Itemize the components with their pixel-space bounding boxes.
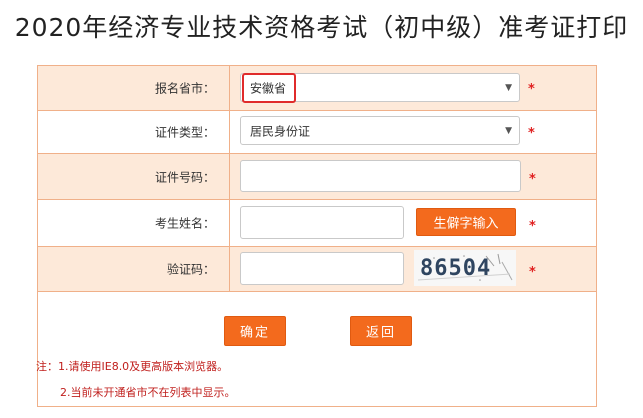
candidate-name-required-mark: *: [529, 219, 536, 234]
row-province: 报名省市： 安徽省 ▼ *: [38, 66, 596, 111]
id-number-label-cell: 证件号码：: [38, 154, 230, 199]
captcha-label-cell: 验证码：: [38, 247, 230, 291]
note-line-2: 2.当前未开通省市不在列表中显示。: [60, 386, 236, 399]
confirm-button[interactable]: 确定: [224, 316, 286, 346]
rare-char-input-label: 生僻字输入: [433, 216, 499, 232]
id-type-label-cell: 证件类型：: [38, 111, 230, 153]
candidate-name-label-cell: 考生姓名：: [38, 200, 230, 246]
row-candidate-name: 考生姓名： 生僻字输入 *: [38, 200, 596, 247]
id-type-select[interactable]: 居民身份证 ▼: [240, 116, 520, 145]
province-required-mark: *: [528, 82, 535, 97]
id-number-required-mark: *: [529, 172, 536, 187]
chevron-down-icon: ▼: [505, 125, 512, 136]
captcha-label: 验证码：: [166, 262, 215, 277]
id-type-select-value: 居民身份证: [250, 124, 311, 138]
row-actions: 确定 返回: [38, 292, 596, 354]
captcha-image[interactable]: 86504: [414, 250, 516, 286]
candidate-name-input[interactable]: [240, 206, 404, 239]
id-number-input[interactable]: [240, 160, 521, 192]
back-button[interactable]: 返回: [350, 316, 412, 346]
province-highlight: [242, 73, 296, 103]
row-captcha: 验证码： 86504 *: [38, 247, 596, 292]
confirm-button-label: 确定: [239, 325, 270, 341]
id-type-label: 证件类型：: [154, 125, 215, 140]
page-title: 2020年经济专业技术资格考试（初中级）准考证打印: [14, 13, 629, 42]
row-id-type: 证件类型： 居民身份证 ▼ *: [38, 111, 596, 154]
ticket-form: 报名省市： 安徽省 ▼ * 证件类型： 居民身份证 ▼ * 证件号码： * 考生…: [36, 65, 597, 407]
id-type-required-mark: *: [528, 126, 535, 141]
rare-char-input-button[interactable]: 生僻字输入: [416, 208, 516, 236]
captcha-input[interactable]: [240, 252, 404, 285]
captcha-required-mark: *: [529, 265, 536, 280]
province-label-cell: 报名省市：: [38, 66, 230, 110]
back-button-label: 返回: [365, 325, 396, 341]
province-label: 报名省市：: [154, 81, 215, 96]
id-number-label: 证件号码：: [154, 170, 215, 184]
chevron-down-icon: ▼: [505, 82, 512, 93]
captcha-text: 86504: [420, 256, 492, 281]
candidate-name-label: 考生姓名：: [154, 216, 215, 231]
note-line-1: 注：1.请使用IE8.0及更高版本浏览器。: [36, 360, 229, 373]
row-id-number: 证件号码： *: [38, 154, 596, 200]
